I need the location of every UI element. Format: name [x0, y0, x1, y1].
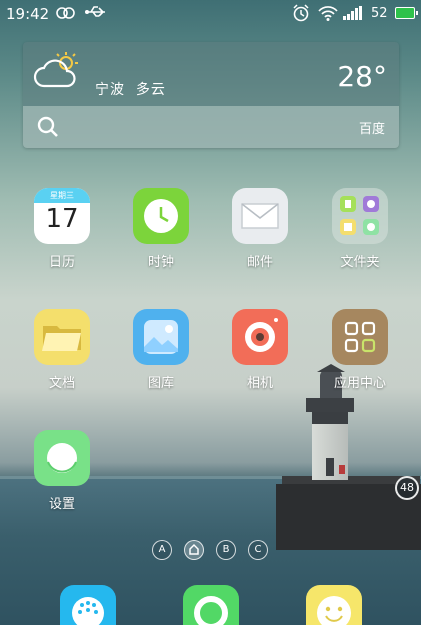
mail-icon [232, 188, 288, 244]
app-label: 相机 [246, 376, 273, 391]
battery-percent: 52 [371, 6, 388, 21]
side-counter-badge[interactable]: 48 [395, 476, 419, 500]
calendar-day: 17 [45, 204, 79, 234]
page-indicator: A B C [152, 540, 268, 560]
wifi-icon [318, 6, 338, 21]
home-icon [189, 543, 199, 555]
alarm-icon [293, 4, 309, 22]
signal-icon [343, 6, 362, 20]
battery-icon [395, 7, 418, 19]
partly-cloudy-icon [33, 52, 78, 88]
app-label: 日历 [48, 255, 75, 270]
dialer-icon[interactable] [60, 585, 116, 625]
app-label: 时钟 [147, 255, 174, 270]
clock-icon [133, 188, 189, 244]
status-time: 19:42 [6, 5, 50, 23]
app-app-center[interactable]: 应用中心 [315, 309, 405, 391]
app-label: 文档 [48, 376, 75, 391]
search-icon [37, 116, 58, 137]
app-mail[interactable]: 邮件 [215, 188, 305, 270]
settings-icon [34, 430, 90, 486]
link-icon [56, 7, 75, 19]
usb-icon [85, 6, 105, 17]
app-clock[interactable]: 时钟 [116, 188, 206, 270]
calendar-weekday: 星期三 [34, 188, 90, 203]
app-label: 文件夹 [340, 255, 380, 270]
app-gallery[interactable]: 图库 [116, 309, 206, 391]
document-folder-icon [34, 309, 90, 365]
calendar-icon: 星期三 17 [34, 188, 90, 244]
gallery-icon [133, 309, 189, 365]
app-camera[interactable]: 相机 [215, 309, 305, 391]
app-settings[interactable]: 设置 [17, 430, 107, 512]
app-label: 应用中心 [333, 376, 386, 391]
page-dot-a[interactable]: A [152, 540, 172, 560]
app-label: 设置 [48, 497, 75, 512]
page-dot-c[interactable]: C [248, 540, 268, 560]
smiley-icon[interactable] [306, 585, 362, 625]
messages-icon[interactable] [183, 585, 239, 625]
weather-location: 宁波 多云 [95, 79, 166, 99]
search-bar[interactable]: 百度 [23, 106, 399, 148]
page-dot-home[interactable] [184, 540, 204, 560]
app-calendar[interactable]: 星期三 17 日历 [17, 188, 107, 270]
weather-condition: 多云 [135, 82, 166, 98]
app-grid-icon [332, 309, 388, 365]
weather-temperature: 28° [337, 60, 387, 93]
status-bar: 19:42 52 [0, 0, 421, 28]
weather-widget[interactable]: 宁波 多云 28° 百度 [23, 42, 399, 148]
app-label: 图库 [147, 376, 174, 391]
weather-city: 宁波 [95, 82, 125, 98]
camera-icon [232, 309, 288, 365]
app-folder[interactable]: 文件夹 [315, 188, 405, 270]
page-dot-b[interactable]: B [216, 540, 236, 560]
folder-icon [332, 188, 388, 244]
app-docs[interactable]: 文档 [17, 309, 107, 391]
search-engine-label: 百度 [358, 122, 385, 137]
app-label: 邮件 [246, 255, 273, 270]
